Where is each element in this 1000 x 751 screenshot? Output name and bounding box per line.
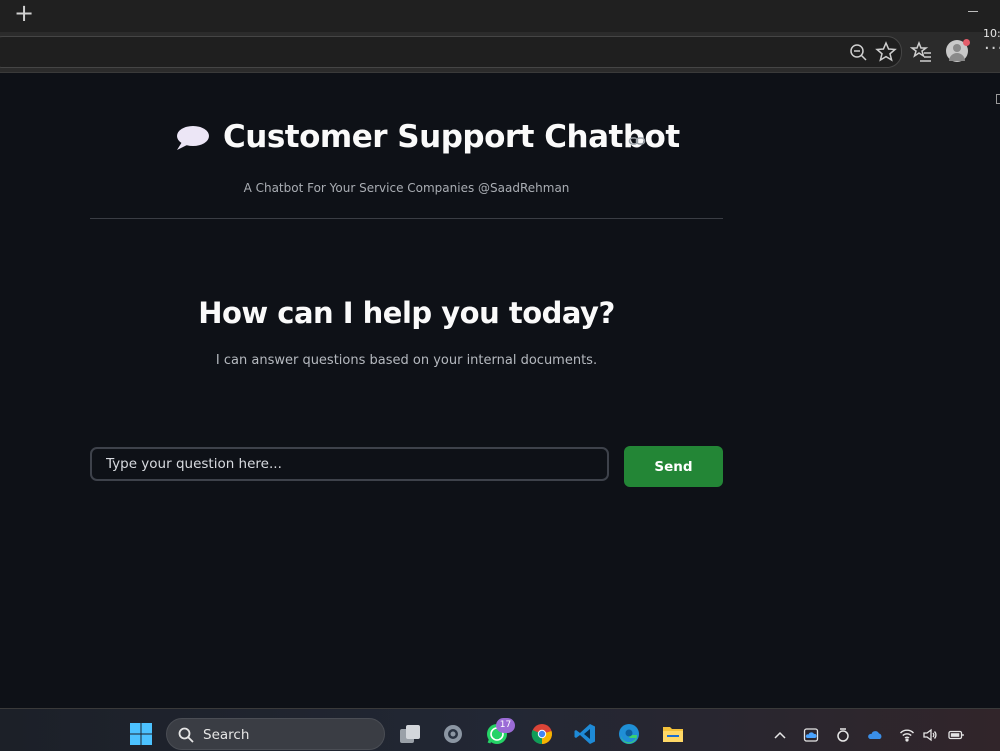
more-options-icon[interactable]: ··· xyxy=(984,38,1000,59)
app-main xyxy=(0,73,1000,707)
chrome-icon[interactable] xyxy=(530,722,554,746)
help-subtext: I can answer questions based on your int… xyxy=(215,353,598,368)
search-icon xyxy=(177,726,195,744)
browser-tab-bar: + xyxy=(0,0,1000,32)
taskbar-search-box[interactable]: Search xyxy=(166,718,385,750)
help-heading: How can I help you today? xyxy=(198,296,615,330)
speech-bubble-icon xyxy=(174,123,210,153)
wifi-icon[interactable] xyxy=(899,727,915,743)
favorites-list-icon[interactable] xyxy=(910,40,934,64)
task-view-icon[interactable] xyxy=(398,723,422,747)
zoom-icon[interactable] xyxy=(846,40,870,64)
search-label: Search xyxy=(203,727,250,743)
chevron-up-icon[interactable] xyxy=(772,727,788,743)
taskbar-clock[interactable]: 10: xyxy=(983,27,1000,40)
volume-icon[interactable] xyxy=(922,727,938,743)
windows-start-icon[interactable] xyxy=(129,722,153,746)
browser-toolbar xyxy=(0,32,1000,73)
new-tab-button[interactable]: + xyxy=(8,0,40,28)
page-title: Customer Support Chatbot xyxy=(223,119,680,155)
section-divider xyxy=(90,218,723,219)
edge-icon[interactable] xyxy=(617,722,641,746)
onedrive-cloud-icon[interactable] xyxy=(803,727,819,743)
page-edge-marker xyxy=(996,94,1000,104)
question-input[interactable] xyxy=(90,447,609,481)
minimize-button[interactable] xyxy=(968,4,982,18)
anchor-link-icon[interactable] xyxy=(628,133,646,147)
address-bar[interactable] xyxy=(0,36,902,68)
file-explorer-icon[interactable] xyxy=(661,722,685,746)
page-subtitle: A Chatbot For Your Service Companies @Sa… xyxy=(243,181,570,195)
settings-icon[interactable] xyxy=(441,722,465,746)
send-button[interactable]: Send xyxy=(624,446,723,487)
sync-icon[interactable] xyxy=(835,727,851,743)
profile-notification-dot xyxy=(963,39,970,46)
favorite-star-icon[interactable] xyxy=(874,40,898,64)
battery-icon xyxy=(948,727,964,743)
whatsapp-badge: 17 xyxy=(496,718,515,733)
cloud-icon[interactable] xyxy=(867,727,883,743)
vscode-icon[interactable] xyxy=(573,722,597,746)
